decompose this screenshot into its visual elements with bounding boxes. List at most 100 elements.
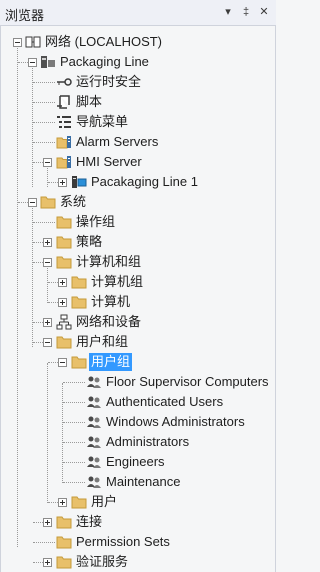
tree-label: Authenticated Users (106, 394, 224, 409)
close-icon[interactable]: ✕ (256, 4, 272, 20)
tree-item-computers-and-groups[interactable]: 计算机和组 (1, 252, 277, 272)
explorer-tree: 网络 (LOCALHOST) Packaging Line 运行时安全 脚本 导… (0, 26, 276, 572)
user-group-icon (87, 376, 101, 388)
collapse-icon[interactable] (43, 158, 52, 167)
user-group-icon (87, 436, 101, 448)
tree-item-alarm-servers[interactable]: Alarm Servers (1, 132, 277, 152)
collapse-icon[interactable] (43, 338, 52, 347)
tree-label: 连接 (76, 514, 103, 529)
tree-label: 计算机组 (91, 274, 144, 289)
tree-label: 验证服务 (76, 554, 129, 569)
expand-icon[interactable] (43, 558, 52, 567)
tree-item-user-group[interactable]: Maintenance (1, 472, 277, 492)
folder-icon (56, 336, 72, 349)
tree-item-users[interactable]: 用户 (1, 492, 277, 512)
tree-label: Engineers (106, 454, 165, 469)
tree-item-hmi-child[interactable]: Pacakaging Line 1 (1, 172, 277, 192)
tree-item-user-group[interactable]: Administrators (1, 432, 277, 452)
menu-icon (57, 116, 71, 128)
tree-label: 运行时安全 (76, 74, 142, 89)
tree-label: 用户和组 (76, 334, 129, 349)
tree-label: Floor Supervisor Computers (106, 374, 269, 389)
network-icon (25, 36, 41, 48)
tree-label: 操作组 (76, 214, 116, 229)
expand-icon[interactable] (43, 238, 52, 247)
script-icon (57, 95, 70, 109)
folder-icon (56, 536, 72, 549)
folder-icon (56, 556, 72, 569)
network-devices-icon (56, 314, 72, 330)
tree-item-user-group[interactable]: Windows Administrators (1, 412, 277, 432)
tree-label: 网络 (LOCALHOST) (45, 34, 163, 49)
tree-label: 脚本 (76, 94, 103, 109)
tree-item-system[interactable]: 系统 (1, 192, 277, 212)
tree-label: 计算机 (91, 294, 131, 309)
folder-icon (56, 236, 72, 249)
user-group-icon (87, 456, 101, 468)
tree-item-policy[interactable]: 策略 (1, 232, 277, 252)
tree-label: 系统 (60, 194, 87, 209)
folder-icon (71, 296, 87, 309)
tree-item-user-groups[interactable]: 用户组 (1, 352, 277, 372)
dropdown-icon[interactable]: ▾ (220, 4, 236, 20)
tree-item-script[interactable]: 脚本 (1, 92, 277, 112)
tree-label: 导航菜单 (76, 114, 129, 129)
tree-item-hmi-server[interactable]: HMI Server (1, 152, 277, 172)
tree-label: Packaging Line (60, 54, 149, 69)
collapse-icon[interactable] (13, 38, 22, 47)
tree-item-auth-services[interactable]: 验证服务 (1, 552, 277, 572)
tree-item-user-group[interactable]: Floor Supervisor Computers (1, 372, 277, 392)
tree-label: Administrators (106, 434, 190, 449)
tree-label: Maintenance (106, 474, 181, 489)
tree-label: Pacakaging Line 1 (91, 174, 198, 189)
tree-label: 网络和设备 (76, 314, 142, 329)
tree-item-runtime-security[interactable]: 运行时安全 (1, 72, 277, 92)
tree-item-computers[interactable]: 计算机 (1, 292, 277, 312)
tree-item-network-devices[interactable]: 网络和设备 (1, 312, 277, 332)
collapse-icon[interactable] (28, 198, 37, 207)
tree-item-connections[interactable]: 连接 (1, 512, 277, 532)
tree-item-user-group[interactable]: Authenticated Users (1, 392, 277, 412)
tree-item-computer-groups[interactable]: 计算机组 (1, 272, 277, 292)
tree-item-root[interactable]: 网络 (LOCALHOST) (1, 32, 277, 52)
tree-item-users-and-groups[interactable]: 用户和组 (1, 332, 277, 352)
folder-icon (56, 516, 72, 529)
tree-label: Alarm Servers (76, 134, 159, 149)
folder-icon (56, 216, 72, 229)
application-icon (41, 56, 55, 68)
tree-item-user-group[interactable]: Engineers (1, 452, 277, 472)
tree-item-packaging-line[interactable]: Packaging Line (1, 52, 277, 72)
hmi-project-icon (72, 176, 87, 188)
collapse-icon[interactable] (43, 258, 52, 267)
panel-title: 浏览器 (5, 8, 45, 23)
expand-icon[interactable] (58, 278, 67, 287)
panel-titlebar: 浏览器 ▾ ‡ ✕ (0, 0, 276, 26)
tree-label: Permission Sets (76, 534, 170, 549)
expand-icon[interactable] (43, 318, 52, 327)
folder-icon (40, 196, 56, 209)
folder-icon (71, 276, 87, 289)
folder-icon (71, 496, 87, 509)
tree-item-nav-menu[interactable]: 导航菜单 (1, 112, 277, 132)
tree-label: 策略 (76, 234, 103, 249)
user-group-icon (87, 416, 101, 428)
expand-icon[interactable] (58, 298, 67, 307)
tree-label: 计算机和组 (76, 254, 142, 269)
user-group-icon (87, 396, 101, 408)
collapse-icon[interactable] (58, 358, 67, 367)
pin-icon[interactable]: ‡ (238, 4, 254, 20)
expand-icon[interactable] (58, 178, 67, 187)
expand-icon[interactable] (58, 498, 67, 507)
expand-icon[interactable] (43, 518, 52, 527)
folder-icon (56, 256, 72, 269)
collapse-icon[interactable] (28, 58, 37, 67)
tree-label: Windows Administrators (106, 414, 245, 429)
tree-item-permission-sets[interactable]: Permission Sets (1, 532, 277, 552)
tree-label: HMI Server (76, 154, 142, 169)
tree-label-selected: 用户组 (89, 353, 133, 371)
alarm-server-icon (56, 136, 71, 149)
tree-item-action-group[interactable]: 操作组 (1, 212, 277, 232)
folder-icon (71, 356, 87, 369)
user-group-icon (87, 476, 101, 488)
tree-label: 用户 (91, 494, 118, 509)
